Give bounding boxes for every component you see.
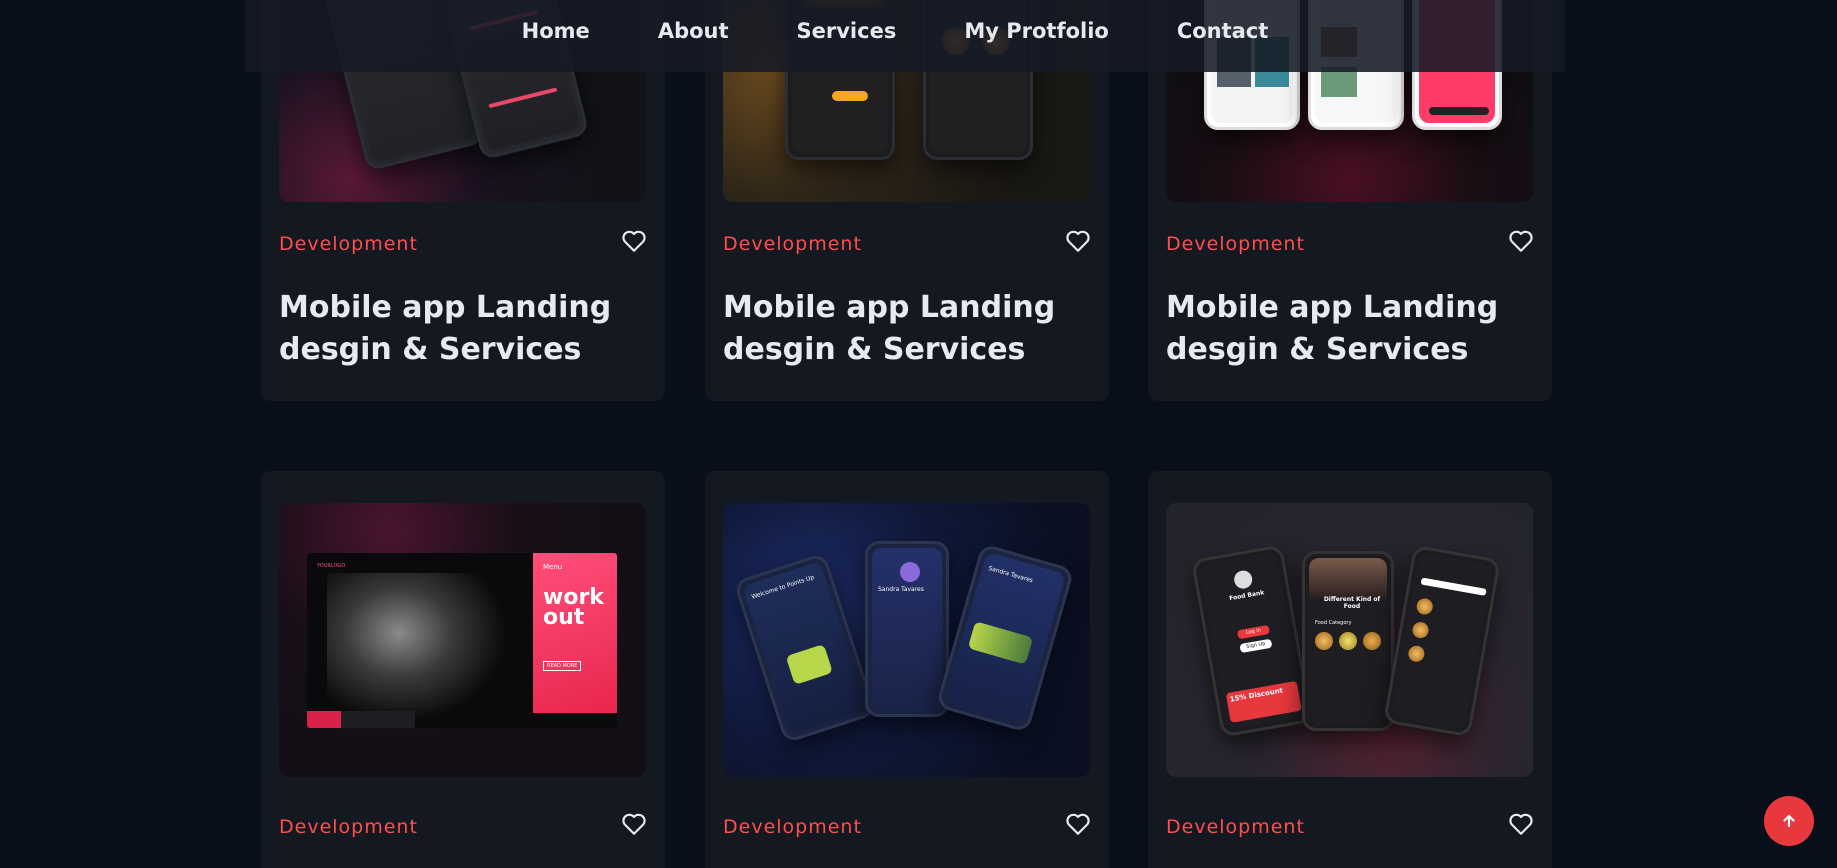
mock-section-title: Food Category bbox=[1315, 620, 1352, 626]
scroll-to-top-button[interactable] bbox=[1764, 796, 1814, 846]
mock-headline: Different Kind of Food bbox=[1323, 596, 1381, 610]
portfolio-thumbnail[interactable]: Welcome to Points Up Sandra Tavares Sand… bbox=[723, 503, 1090, 777]
top-navbar: Home About Services My Protfolio Contact bbox=[245, 0, 1565, 72]
card-category: Development bbox=[723, 816, 862, 838]
heart-icon[interactable] bbox=[1508, 812, 1534, 836]
mock-user-name: Sandra Tavares bbox=[987, 564, 1034, 585]
card-title: Mobile app Landing desgin & Services bbox=[723, 287, 1091, 371]
nav-contact[interactable]: Contact bbox=[1143, 19, 1303, 43]
card-title-line: desgin & Services bbox=[279, 332, 582, 367]
heart-icon[interactable] bbox=[621, 229, 647, 253]
card-title: Mobile app Landing desgin & Services bbox=[1166, 287, 1534, 371]
card-title-line: Mobile app Landing bbox=[279, 290, 612, 325]
mock-welcome-text: Welcome to Points Up bbox=[750, 573, 816, 601]
mock-read-more: READ MORE bbox=[543, 661, 582, 671]
nav-services[interactable]: Services bbox=[763, 19, 931, 43]
card-title-line: Mobile app Landing bbox=[1166, 290, 1499, 325]
card-category: Development bbox=[1166, 816, 1305, 838]
mock-headline: out bbox=[543, 605, 585, 630]
heart-icon[interactable] bbox=[1508, 229, 1534, 253]
mock-promo: 15% Discount bbox=[1225, 680, 1302, 723]
nav-portfolio[interactable]: My Protfolio bbox=[930, 19, 1143, 43]
mock-logo: YOURLOGO bbox=[317, 563, 346, 569]
portfolio-card[interactable]: Menu work out READ MORE YOURLOGO Develop… bbox=[261, 471, 665, 868]
nav-home[interactable]: Home bbox=[488, 19, 624, 43]
card-title-line: desgin & Services bbox=[1166, 332, 1469, 367]
nav-about[interactable]: About bbox=[624, 19, 763, 43]
card-title-line: Mobile app Landing bbox=[723, 290, 1056, 325]
card-category: Development bbox=[279, 233, 418, 255]
portfolio-card[interactable]: Welcome to Points Up Sandra Tavares Sand… bbox=[705, 471, 1109, 868]
heart-icon[interactable] bbox=[1065, 229, 1091, 253]
card-category: Development bbox=[279, 816, 418, 838]
mock-user-name: Sandra Tavares bbox=[878, 586, 924, 593]
card-category: Development bbox=[723, 233, 862, 255]
mock-app-name: Food Bank bbox=[1228, 589, 1265, 603]
heart-icon[interactable] bbox=[1065, 812, 1091, 836]
portfolio-card[interactable]: Food Bank Log in Sign Up 15% Discount Di… bbox=[1148, 471, 1552, 868]
card-title-line: desgin & Services bbox=[723, 332, 1026, 367]
portfolio-thumbnail[interactable]: Menu work out READ MORE YOURLOGO bbox=[279, 503, 646, 777]
arrow-up-icon bbox=[1783, 814, 1795, 828]
heart-icon[interactable] bbox=[621, 812, 647, 836]
nav-links: Home About Services My Protfolio Contact bbox=[245, 0, 1565, 62]
portfolio-thumbnail[interactable]: Food Bank Log in Sign Up 15% Discount Di… bbox=[1166, 503, 1533, 777]
card-category: Development bbox=[1166, 233, 1305, 255]
mock-menu-text: Menu bbox=[543, 563, 563, 571]
mock-signup-button: Sign Up bbox=[1239, 638, 1273, 654]
mock-login-button: Log in bbox=[1236, 624, 1271, 640]
card-title: Mobile app Landing desgin & Services bbox=[279, 287, 647, 371]
